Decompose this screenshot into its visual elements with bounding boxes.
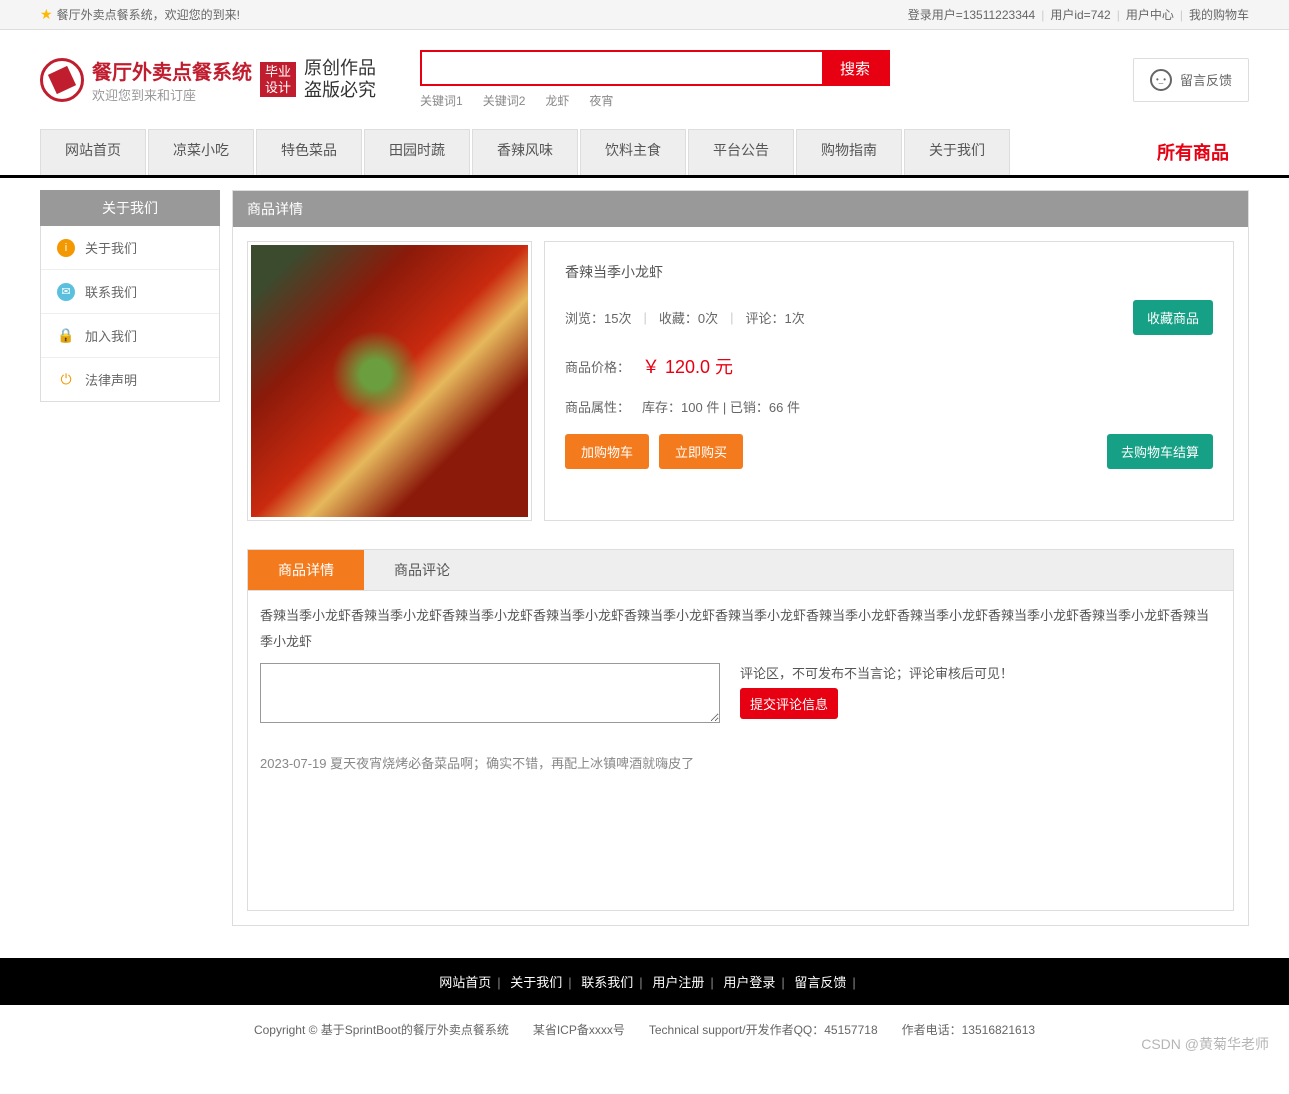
info-icon: i — [57, 239, 75, 257]
sidebar-item-legal[interactable]: ⏻ 法律声明 — [41, 358, 219, 401]
nav-all-products[interactable]: 所有商品 — [1137, 129, 1249, 175]
footer-link[interactable]: 用户注册 — [652, 975, 704, 990]
collect-button[interactable]: 收藏商品 — [1133, 300, 1213, 335]
tab-comments[interactable]: 商品评论 — [364, 550, 480, 590]
nav-item[interactable]: 香辣风味 — [472, 129, 578, 175]
keyword-link[interactable]: 夜宵 — [589, 92, 613, 109]
buy-now-button[interactable]: 立即购买 — [659, 434, 743, 469]
panel-title: 商品详情 — [233, 191, 1248, 227]
submit-comment-button[interactable]: 提交评论信息 — [740, 688, 838, 719]
checkout-button[interactable]: 去购物车结算 — [1107, 434, 1213, 469]
headset-icon — [1150, 69, 1172, 91]
search-button[interactable]: 搜索 — [822, 52, 888, 84]
lock-icon: 🔒 — [57, 327, 75, 345]
stock-text: 库存：100 件 | 已销：66 件 — [642, 397, 800, 416]
product-description: 香辣当季小龙虾香辣当季小龙虾香辣当季小龙虾香辣当季小龙虾香辣当季小龙虾香辣当季小… — [260, 603, 1221, 655]
footer-link[interactable]: 关于我们 — [510, 975, 562, 990]
sidebar-item-contact[interactable]: ✉ 联系我们 — [41, 270, 219, 314]
nav-item[interactable]: 购物指南 — [796, 129, 902, 175]
views-label: 浏览：15次 — [565, 308, 631, 327]
nav-item[interactable]: 平台公告 — [688, 129, 794, 175]
site-title: 餐厅外卖点餐系统 — [92, 56, 252, 85]
sidebar-title: 关于我们 — [40, 190, 220, 226]
login-user-link[interactable]: 登录用户=13511223344 — [908, 6, 1036, 23]
star-icon: ★ — [40, 6, 53, 23]
contact-icon: ✉ — [57, 283, 75, 301]
attr-label: 商品属性： — [565, 397, 630, 416]
nav-home[interactable]: 网站首页 — [40, 129, 146, 175]
keyword-link[interactable]: 关键词2 — [483, 92, 526, 109]
footer-link[interactable]: 留言反馈 — [794, 975, 846, 990]
search-input[interactable] — [422, 52, 822, 84]
sidebar-item-join[interactable]: 🔒 加入我们 — [41, 314, 219, 358]
power-icon: ⏻ — [57, 371, 75, 389]
user-id-link[interactable]: 用户id=742 — [1050, 6, 1110, 23]
sidebar-item-about[interactable]: i 关于我们 — [41, 226, 219, 270]
logo-slogan: 原创作品 盗版必究 — [304, 58, 376, 101]
logo-icon — [40, 58, 84, 102]
keyword-link[interactable]: 龙虾 — [545, 92, 569, 109]
nav-item[interactable]: 饮料主食 — [580, 129, 686, 175]
nav-item[interactable]: 凉菜小吃 — [148, 129, 254, 175]
product-name: 香辣当季小龙虾 — [565, 262, 1213, 282]
comment-hint: 评论区，不可发布不当言论；评论审核后可见！ — [740, 663, 1221, 682]
nav-item[interactable]: 关于我们 — [904, 129, 1010, 175]
topbar-welcome: ★ 餐厅外卖点餐系统，欢迎您的到来! — [40, 6, 240, 23]
welcome-text: 餐厅外卖点餐系统，欢迎您的到来! — [57, 6, 240, 23]
add-cart-button[interactable]: 加购物车 — [565, 434, 649, 469]
nav-item[interactable]: 田园时蔬 — [364, 129, 470, 175]
keyword-link[interactable]: 关键词1 — [420, 92, 463, 109]
price-value: ￥ 120.0 元 — [642, 353, 733, 379]
footer-nav: 网站首页| 关于我们| 联系我们| 用户注册| 用户登录| 留言反馈| — [0, 958, 1289, 1005]
footer-link[interactable]: 联系我们 — [581, 975, 633, 990]
footer-link[interactable]: 网站首页 — [439, 975, 491, 990]
comment-count: 评论：1次 — [746, 308, 805, 327]
product-image — [247, 241, 532, 521]
feedback-button[interactable]: 留言反馈 — [1133, 58, 1249, 102]
user-center-link[interactable]: 用户中心 — [1126, 6, 1174, 23]
tab-detail[interactable]: 商品详情 — [248, 550, 364, 590]
price-label: 商品价格： — [565, 357, 630, 376]
comment-textarea[interactable] — [260, 663, 720, 723]
footer-copyright: Copyright © 基于SprintBoot的餐厅外卖点餐系统 某省ICP备… — [0, 1005, 1289, 1054]
my-cart-link[interactable]: 我的购物车 — [1189, 6, 1249, 23]
footer-link[interactable]: 用户登录 — [723, 975, 775, 990]
comment-item: 2023-07-19 夏天夜宵烧烤必备菜品啊；确实不错，再配上冰镇啤酒就嗨皮了 — [260, 753, 1221, 772]
nav-item[interactable]: 特色菜品 — [256, 129, 362, 175]
site-subtitle: 欢迎您到来和订座 — [92, 85, 252, 104]
fav-label: 收藏：0次 — [659, 308, 718, 327]
logo-badge: 毕业设计 — [260, 62, 296, 97]
